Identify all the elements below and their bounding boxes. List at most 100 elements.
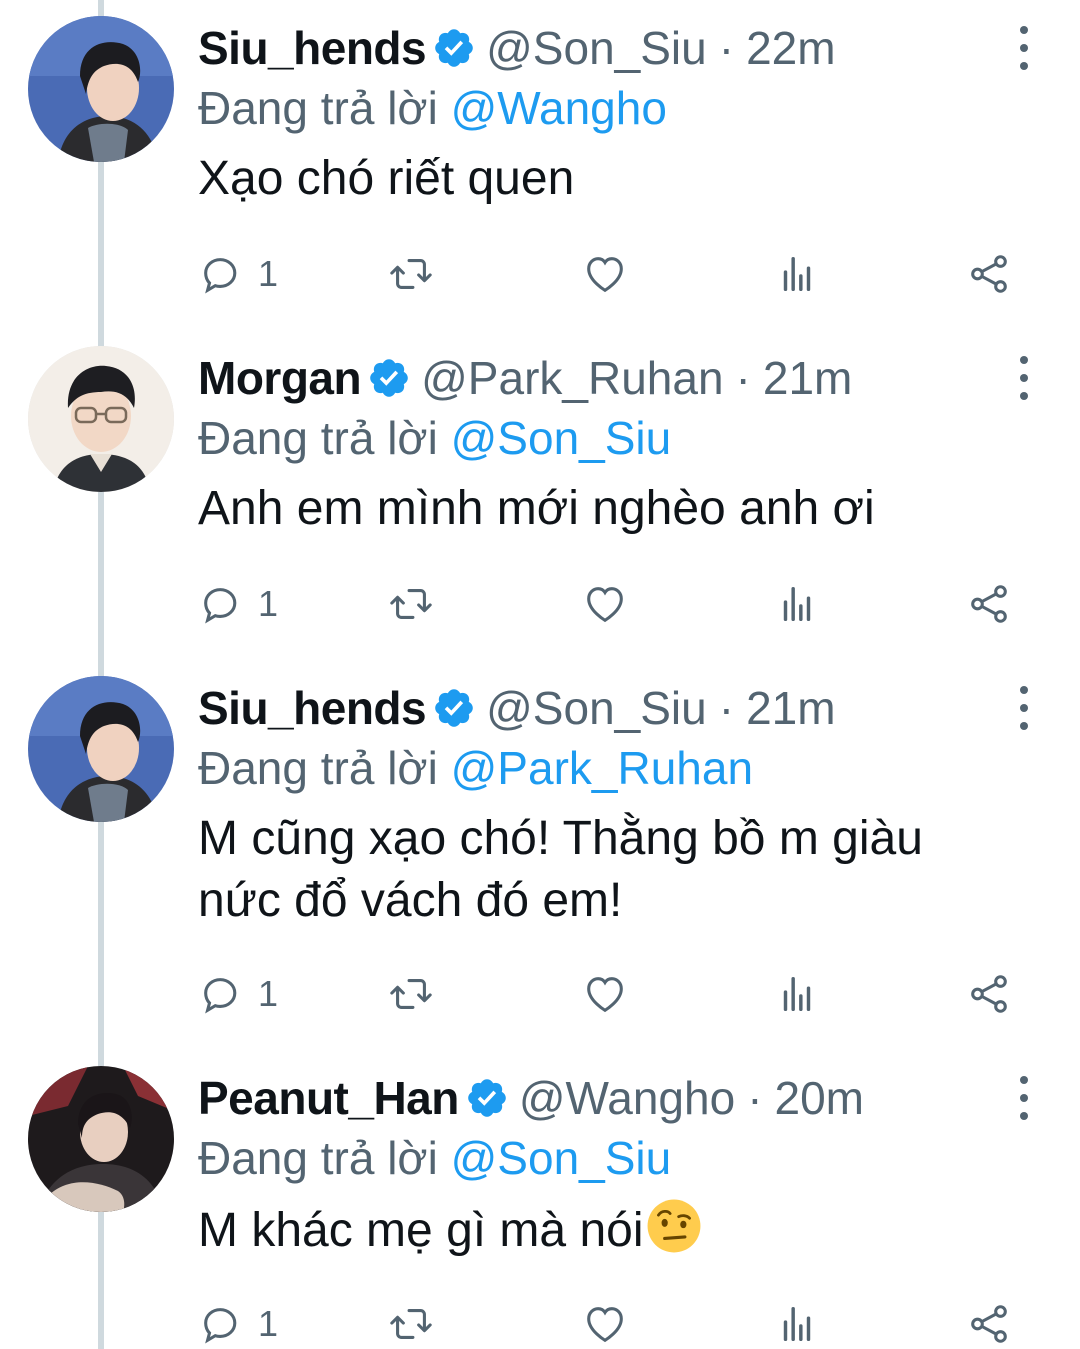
tweet[interactable]: Siu_hends @Son_Siu · 21m Đang trả lời @P… bbox=[0, 660, 1080, 1050]
more-options-icon[interactable] bbox=[1012, 356, 1036, 400]
reply-count: 1 bbox=[258, 1303, 279, 1344]
reply-button[interactable]: 1 bbox=[198, 574, 278, 634]
tweet-actions: 1 bbox=[198, 244, 1028, 304]
reply-icon bbox=[204, 1308, 237, 1344]
reply-target-link[interactable]: @Son_Siu bbox=[451, 412, 672, 464]
display-name[interactable]: Peanut_Han bbox=[198, 1068, 459, 1128]
reply-context: Đang trả lời @Son_Siu bbox=[198, 1128, 671, 1188]
reply-prefix: Đang trả lời bbox=[198, 412, 438, 464]
tweet-thread: Siu_hends @Son_Siu · 22m Đang trả lời @W… bbox=[0, 0, 1080, 1349]
reply-target-link[interactable]: @Wangho bbox=[451, 82, 667, 134]
reply-context: Đang trả lời @Son_Siu bbox=[198, 408, 671, 468]
display-name[interactable]: Morgan bbox=[198, 348, 362, 408]
tweet[interactable]: Siu_hends @Son_Siu · 22m Đang trả lời @W… bbox=[0, 0, 1080, 330]
tweet-text: Xạo chó riết quen bbox=[198, 152, 575, 205]
avatar[interactable] bbox=[28, 1066, 174, 1212]
retweet-icon bbox=[390, 259, 432, 289]
retweet-button[interactable] bbox=[388, 1294, 434, 1349]
reply-icon bbox=[204, 588, 237, 624]
timestamp[interactable]: 21m bbox=[746, 678, 835, 738]
reply-target-link[interactable]: @Son_Siu bbox=[451, 1132, 672, 1184]
retweet-icon bbox=[390, 589, 432, 619]
tweet-actions: 1 bbox=[198, 574, 1028, 634]
tweet[interactable]: Peanut_Han @Wangho · 20m Đang trả lời @S… bbox=[0, 1050, 1080, 1349]
separator: · bbox=[747, 1072, 763, 1124]
display-name[interactable]: Siu_hends bbox=[198, 18, 427, 78]
separator: · bbox=[735, 352, 751, 404]
share-button[interactable] bbox=[966, 1294, 1012, 1349]
retweet-button[interactable] bbox=[388, 244, 434, 304]
analytics-icon bbox=[783, 976, 811, 1012]
tweet[interactable]: Morgan @Park_Ruhan · 21m Đang trả lời @S… bbox=[0, 330, 1080, 660]
analytics-icon bbox=[783, 1306, 811, 1342]
analytics-button[interactable] bbox=[774, 244, 820, 304]
share-button[interactable] bbox=[966, 964, 1012, 1024]
analytics-button[interactable] bbox=[774, 574, 820, 634]
share-button[interactable] bbox=[966, 244, 1012, 304]
reply-count: 1 bbox=[258, 583, 279, 624]
analytics-icon bbox=[783, 586, 811, 622]
tweet-header: Morgan @Park_Ruhan · 21m bbox=[198, 348, 852, 408]
tweet-header: Peanut_Han @Wangho · 20m bbox=[198, 1068, 864, 1128]
reply-button[interactable]: 1 bbox=[198, 964, 278, 1024]
verified-badge-icon bbox=[435, 689, 473, 727]
like-icon bbox=[587, 587, 623, 623]
reply-icon bbox=[204, 258, 237, 294]
tweet-text: Anh em mình mới nghèo anh ơi bbox=[198, 482, 875, 535]
analytics-button[interactable] bbox=[774, 964, 820, 1024]
reply-context: Đang trả lời @Wangho bbox=[198, 78, 667, 138]
separator: · bbox=[718, 682, 735, 734]
reply-prefix: Đang trả lời bbox=[198, 742, 438, 794]
share-icon bbox=[971, 1305, 1007, 1343]
like-icon bbox=[587, 1307, 623, 1343]
like-button[interactable] bbox=[582, 1294, 628, 1349]
timestamp[interactable]: 21m bbox=[763, 348, 852, 408]
handle[interactable]: @Son_Siu bbox=[486, 678, 707, 738]
like-icon bbox=[587, 257, 623, 293]
handle[interactable]: @Son_Siu bbox=[486, 18, 707, 78]
reply-target-link[interactable]: @Park_Ruhan bbox=[451, 742, 753, 794]
analytics-icon bbox=[783, 256, 811, 292]
reply-prefix: Đang trả lời bbox=[198, 82, 438, 134]
like-icon bbox=[587, 977, 623, 1013]
timestamp[interactable]: 22m bbox=[746, 18, 835, 78]
reply-count: 1 bbox=[258, 973, 279, 1014]
share-icon bbox=[971, 585, 1007, 623]
share-button[interactable] bbox=[966, 574, 1012, 634]
analytics-button[interactable] bbox=[774, 1294, 820, 1349]
reply-icon bbox=[204, 978, 237, 1014]
tweet-text: M cũng xạo chó! Thằng bồ m giàu nức đổ v… bbox=[198, 812, 923, 927]
retweet-icon bbox=[390, 979, 432, 1009]
display-name[interactable]: Siu_hends bbox=[198, 678, 427, 738]
timestamp[interactable]: 20m bbox=[775, 1068, 864, 1128]
tweet-header: Siu_hends @Son_Siu · 22m bbox=[198, 18, 836, 78]
reply-button[interactable]: 1 bbox=[198, 244, 278, 304]
reply-context: Đang trả lời @Park_Ruhan bbox=[198, 738, 753, 798]
avatar[interactable] bbox=[28, 16, 174, 162]
retweet-button[interactable] bbox=[388, 574, 434, 634]
share-icon bbox=[971, 975, 1007, 1013]
tweet-text: M khác mẹ gì mà nói bbox=[198, 1198, 1018, 1262]
verified-badge-icon bbox=[435, 29, 473, 67]
reply-prefix: Đang trả lời bbox=[198, 1132, 438, 1184]
retweet-button[interactable] bbox=[388, 964, 434, 1024]
tweet-text-content: M khác mẹ gì mà nói bbox=[198, 1204, 644, 1257]
reply-count: 1 bbox=[258, 253, 279, 294]
more-options-icon[interactable] bbox=[1012, 686, 1036, 730]
avatar[interactable] bbox=[28, 676, 174, 822]
handle[interactable]: @Park_Ruhan bbox=[421, 348, 723, 408]
avatar[interactable] bbox=[28, 346, 174, 492]
verified-badge-icon bbox=[370, 359, 408, 397]
handle[interactable]: @Wangho bbox=[519, 1068, 735, 1128]
tweet-actions: 1 bbox=[198, 964, 1028, 1024]
like-button[interactable] bbox=[582, 964, 628, 1024]
share-icon bbox=[971, 255, 1007, 293]
face-with-raised-eyebrow-emoji bbox=[647, 1199, 700, 1253]
more-options-icon[interactable] bbox=[1012, 26, 1036, 70]
retweet-icon bbox=[390, 1309, 432, 1339]
more-options-icon[interactable] bbox=[1012, 1076, 1036, 1120]
reply-button[interactable]: 1 bbox=[198, 1294, 278, 1349]
like-button[interactable] bbox=[582, 244, 628, 304]
like-button[interactable] bbox=[582, 574, 628, 634]
verified-badge-icon bbox=[468, 1079, 506, 1117]
